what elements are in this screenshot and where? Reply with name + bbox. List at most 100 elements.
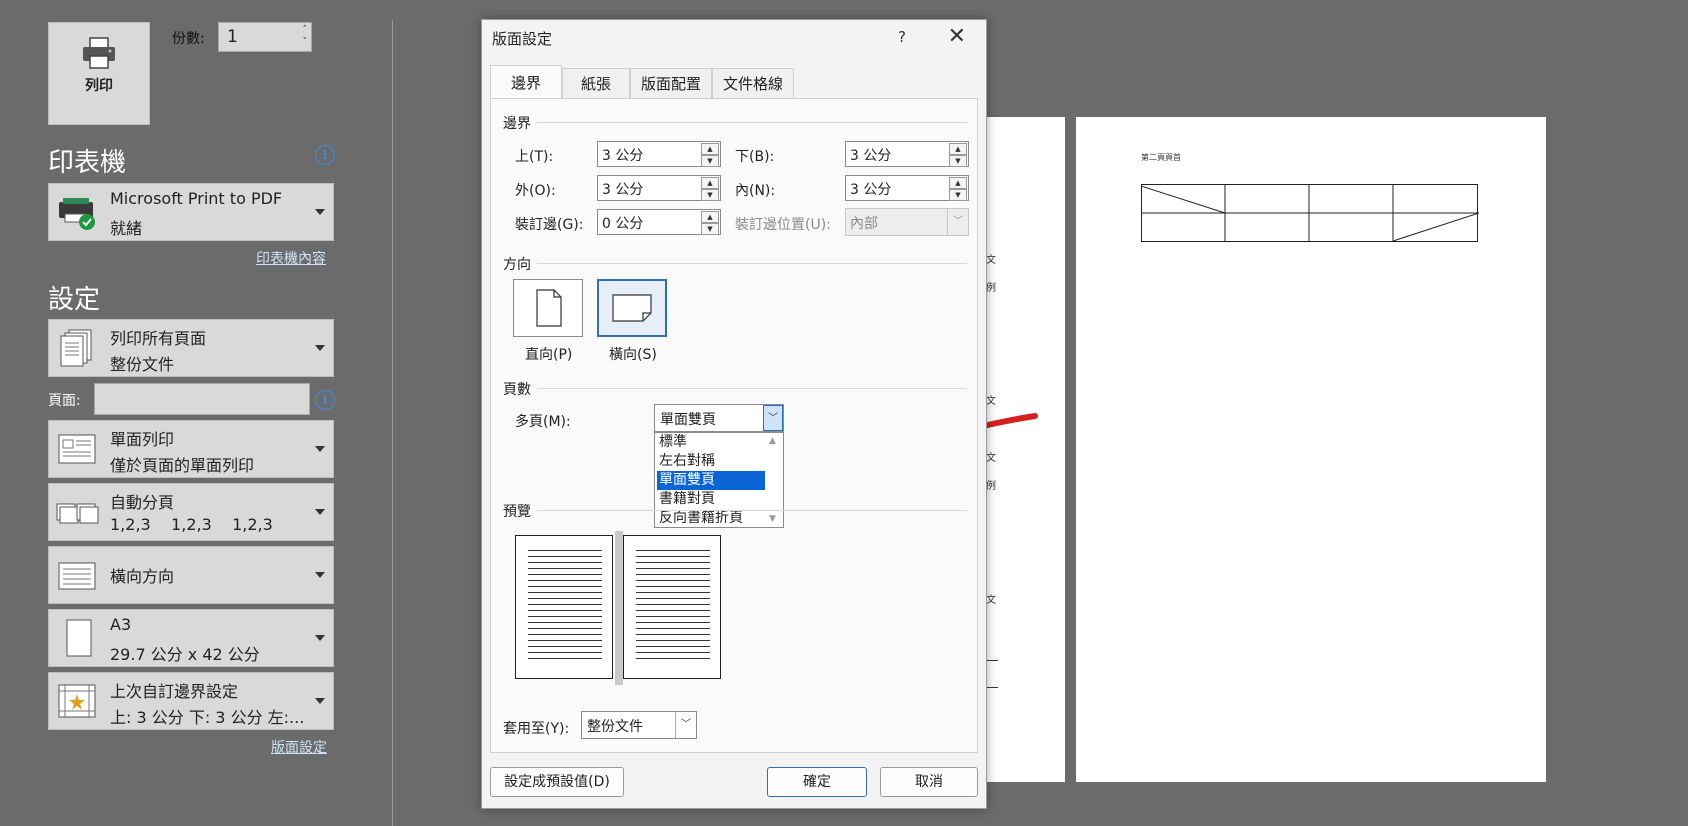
info-icon[interactable]: i	[315, 390, 335, 410]
setting-line1: 單面列印	[110, 430, 175, 449]
cancel-button[interactable]: 取消	[880, 767, 978, 797]
setting-line1: 列印所有頁面	[110, 329, 207, 348]
multiple-pages-select[interactable]: 單面雙頁 ﹀	[654, 404, 784, 432]
close-button[interactable]: ✕	[948, 24, 966, 49]
setting-line1: 上次自訂邊界設定	[110, 682, 239, 701]
tab-document-grid[interactable]: 文件格線	[712, 68, 794, 98]
chevron-down-icon[interactable]: ﹀	[763, 405, 783, 431]
inside-margin-input[interactable]: 3 公分 ▲ ▼	[845, 175, 969, 201]
ok-button[interactable]: 確定	[767, 767, 867, 797]
top-margin-value: 3 公分	[602, 148, 644, 164]
landscape-page-icon	[612, 294, 652, 322]
dialog-title: 版面設定	[492, 30, 553, 48]
setting-line2: 整份文件	[110, 355, 175, 374]
preview-page-right: 第二頁頁首	[1076, 117, 1546, 782]
copies-value: 1	[227, 27, 238, 47]
preview-char: 例	[986, 283, 996, 294]
spinner[interactable]: ▲ ▼	[949, 177, 967, 201]
page-setup-link[interactable]: 版面設定	[271, 737, 327, 757]
setting-line1: A3	[110, 615, 132, 634]
preview-page-heading: 第二頁頁首	[1141, 153, 1181, 162]
option-book-fold[interactable]: 書籍對頁	[657, 490, 767, 509]
gutter-input[interactable]: 0 公分 ▲ ▼	[597, 209, 721, 235]
preview-gutter	[615, 531, 623, 685]
bottom-margin-input[interactable]: 3 公分 ▲ ▼	[845, 141, 969, 167]
tab-margins[interactable]: 邊界	[490, 65, 562, 99]
option-reverse-book-fold[interactable]: 反向書籍折頁	[657, 509, 767, 528]
top-margin-input[interactable]: 3 公分 ▲ ▼	[597, 141, 721, 167]
listbox-scrollbar[interactable]: ▲ ▼	[765, 433, 783, 527]
pages-input[interactable]	[94, 383, 310, 415]
orientation-group-title: 方向	[503, 257, 531, 273]
print-button[interactable]: 列印	[48, 22, 150, 125]
outside-margin-value: 3 公分	[602, 182, 644, 198]
scroll-down-icon[interactable]: ▼	[769, 514, 776, 524]
multiple-pages-label: 多頁(M):	[515, 414, 571, 430]
printer-properties-link[interactable]: 印表機內容	[256, 248, 326, 268]
margins-group-title: 邊界	[503, 116, 531, 132]
spinner[interactable]: ▲ ▼	[701, 211, 719, 235]
setting-line2: 1,2,3 1,2,3 1,2,3	[110, 515, 273, 534]
chevron-down-icon[interactable]: ﹀	[675, 712, 696, 738]
outside-margin-label: 外(O):	[515, 183, 556, 199]
preview-group-title: 預覽	[503, 504, 531, 520]
print-range-dropdown[interactable]: 列印所有頁面 整份文件	[48, 319, 334, 377]
scroll-up-icon[interactable]: ▲	[769, 436, 776, 446]
apply-to-select[interactable]: 整份文件 ﹀	[581, 711, 697, 739]
landscape-option[interactable]	[597, 279, 667, 337]
sides-dropdown[interactable]: 單面列印 僅於頁面的單面列印	[48, 420, 334, 478]
spinner[interactable]: ▲ ▼	[701, 177, 719, 201]
chevron-down-icon	[315, 572, 325, 578]
chevron-down-icon	[315, 446, 325, 452]
setting-line2: 僅於頁面的單面列印	[110, 456, 255, 475]
chevron-down-icon	[315, 209, 325, 215]
option-mirror-margins[interactable]: 左右對稱	[657, 452, 767, 471]
portrait-option[interactable]	[513, 279, 583, 337]
pages-stack-icon	[60, 329, 92, 367]
orientation-dropdown[interactable]: 橫向方向	[48, 546, 334, 604]
portrait-label: 直向(P)	[525, 347, 573, 363]
group-divider	[537, 122, 967, 123]
set-default-button[interactable]: 設定成預設值(D)	[490, 767, 624, 797]
option-two-pages-per-sheet[interactable]: 單面雙頁	[657, 471, 767, 490]
help-button[interactable]: ?	[898, 28, 906, 46]
preview-char: 文	[986, 595, 996, 606]
margins-panel: 邊界 上(T): 3 公分 ▲ ▼ 下(B): 3 公分 ▲ ▼ 外(O): 3 公…	[490, 98, 978, 753]
collation-dropdown[interactable]: 自動分頁 1,2,3 1,2,3 1,2,3	[48, 483, 334, 541]
paper-size-icon	[66, 619, 92, 657]
copies-input[interactable]: 1 ˄ ˅	[218, 22, 312, 52]
multiple-pages-listbox: 標準 左右對稱 單面雙頁 書籍對頁 反向書籍折頁 ▲ ▼	[654, 432, 784, 528]
tab-paper[interactable]: 紙張	[562, 68, 630, 98]
option-normal[interactable]: 標準	[657, 433, 767, 452]
outside-margin-input[interactable]: 3 公分 ▲ ▼	[597, 175, 721, 201]
info-icon[interactable]: i	[315, 145, 335, 165]
margins-dropdown[interactable]: 上次自訂邊界設定 上: 3 公分 下: 3 公分 左:...	[48, 672, 334, 730]
printer-section-title: 印表機	[48, 148, 127, 178]
gutter-label: 裝訂邊(G):	[515, 217, 584, 233]
chevron-down-icon	[315, 345, 325, 351]
printer-dropdown[interactable]: Microsoft Print to PDF 就緒	[48, 183, 334, 241]
copies-spinner[interactable]: ˄ ˅	[303, 24, 308, 48]
preview-char: 文	[986, 255, 996, 266]
spinner[interactable]: ▲ ▼	[701, 143, 719, 167]
setting-line2: 上: 3 公分 下: 3 公分 左:...	[110, 708, 305, 727]
pages-label: 頁面:	[48, 393, 81, 409]
spinner[interactable]: ▲ ▼	[949, 143, 967, 167]
chevron-down-icon	[315, 635, 325, 641]
apply-to-value: 整份文件	[587, 719, 643, 735]
chevron-down-icon: ﹀	[947, 209, 968, 235]
gutter-position-value: 內部	[850, 216, 878, 232]
group-divider	[537, 263, 967, 264]
page-setup-dialog: 版面設定 ? ✕ 邊界 紙張 版面配置 文件格線 邊界 上(T): 3 公分 ▲…	[481, 19, 987, 809]
tab-layout[interactable]: 版面配置	[630, 68, 712, 98]
inside-margin-value: 3 公分	[850, 182, 892, 198]
pages-group-title: 頁數	[503, 382, 531, 398]
landscape-label: 橫向(S)	[609, 347, 657, 363]
gutter-value: 0 公分	[602, 216, 644, 232]
top-margin-label: 上(T):	[515, 149, 554, 165]
printer-status: 就緒	[110, 219, 143, 238]
one-sided-icon	[58, 434, 96, 464]
preview-table	[1141, 184, 1479, 242]
copies-label: 份數:	[172, 31, 205, 47]
paper-size-dropdown[interactable]: A3 29.7 公分 x 42 公分	[48, 609, 334, 667]
